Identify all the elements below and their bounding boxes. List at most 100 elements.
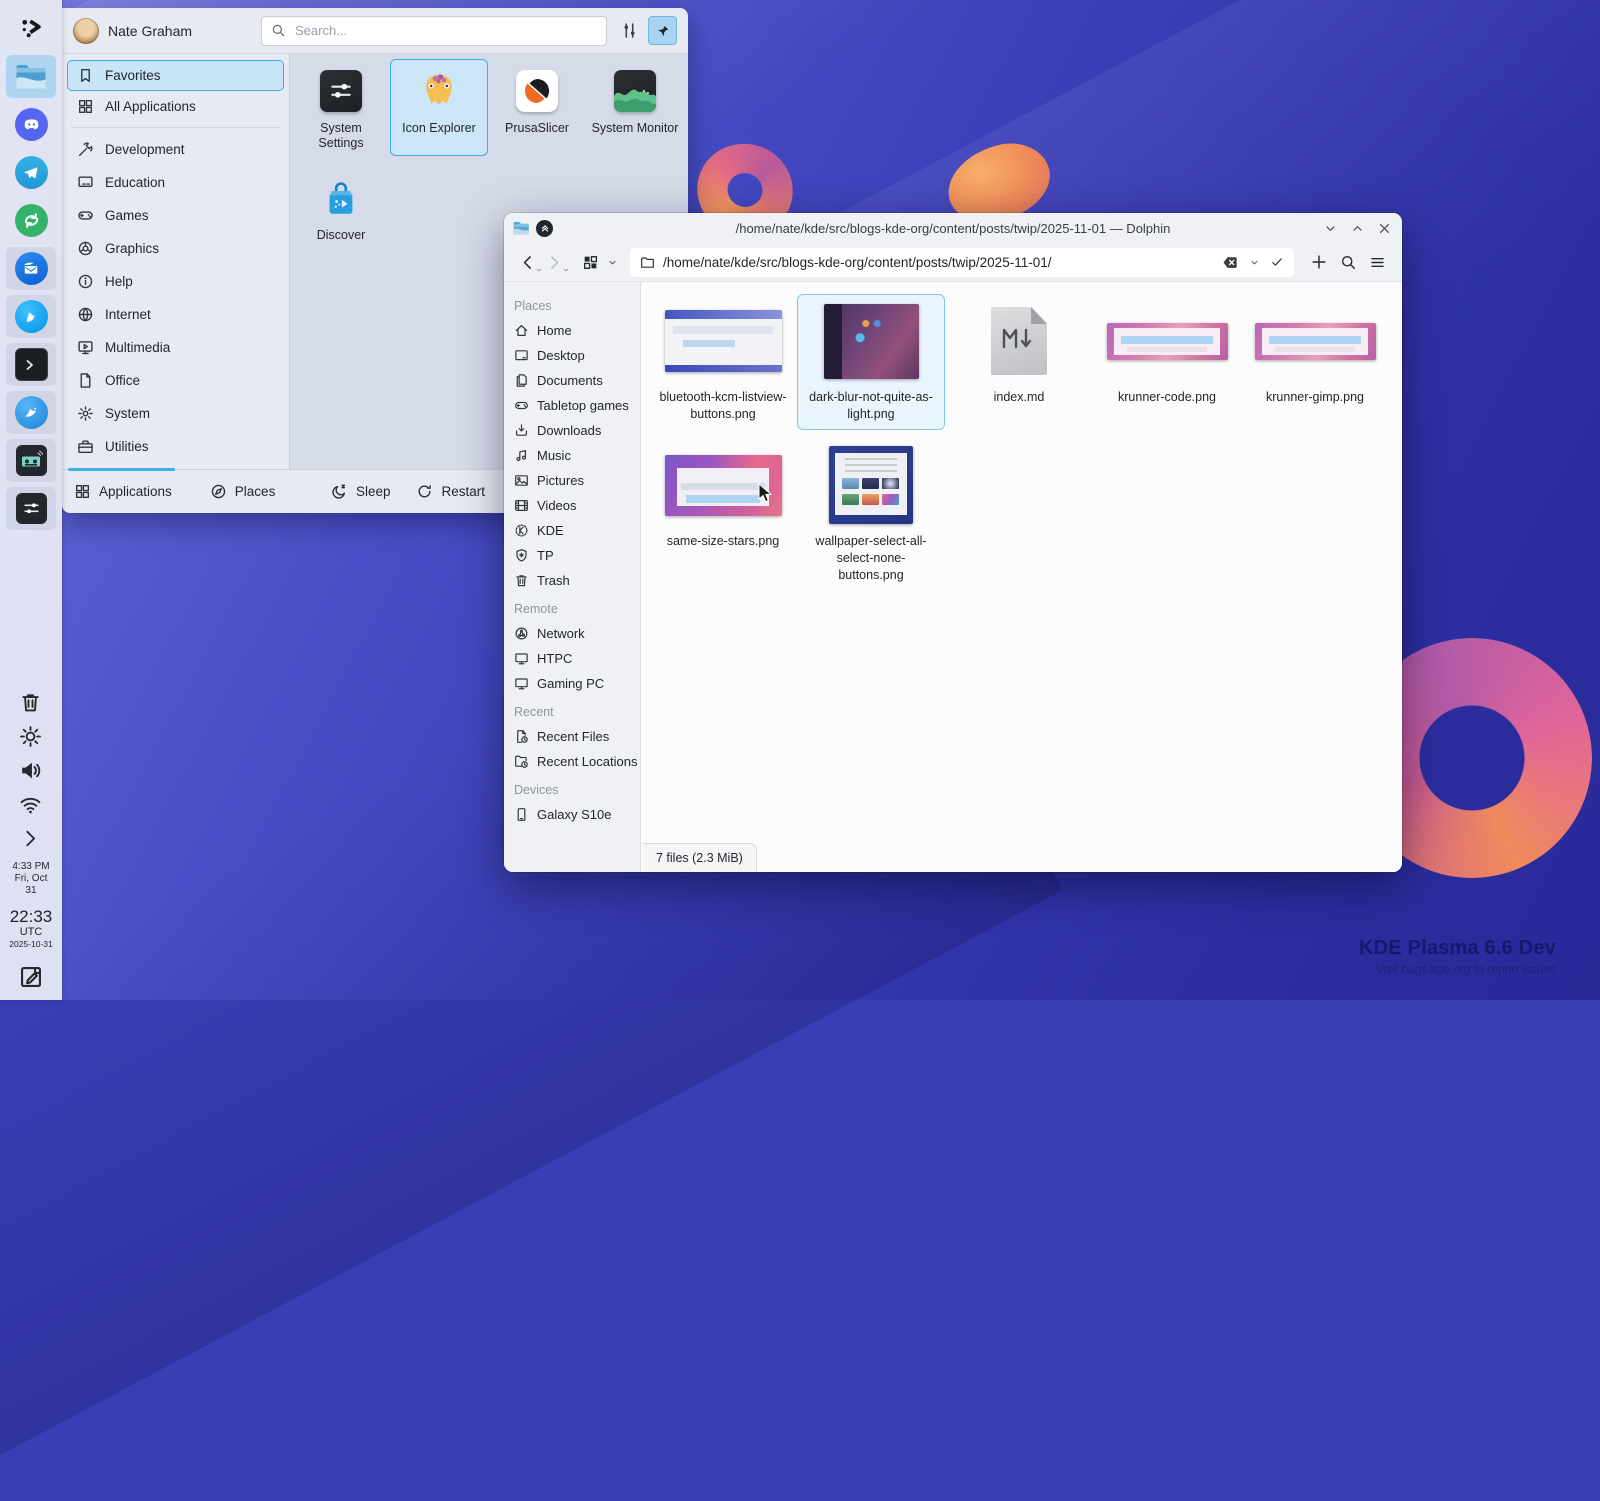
app-item-system-settings[interactable]: System Settings [292,59,390,156]
avatar[interactable] [73,18,99,44]
places-item-home[interactable]: Home [514,318,640,343]
places-item-recent-files[interactable]: Recent Files [514,724,640,749]
sidebar-item-multimedia[interactable]: Multimedia [67,331,284,364]
app-item-discover[interactable]: Discover [292,166,390,263]
tab-applications[interactable]: Applications [74,483,172,500]
places-item-tabletop-games[interactable]: Tabletop games [514,393,640,418]
menu-button[interactable] [1369,254,1386,271]
tab-places[interactable]: Places [210,483,276,500]
panel-app-system-settings[interactable] [6,487,56,530]
titlebar[interactable]: /home/nate/kde/src/blogs-kde-org/content… [504,213,1402,243]
app-item-system-monitor[interactable]: System Monitor [586,59,684,156]
sidebar-item-education[interactable]: Education [67,166,284,199]
panel-app-thunderbird[interactable] [6,247,56,290]
view-chooser-chevron-icon[interactable] [607,257,618,268]
sleep-button[interactable]: Sleep [331,483,391,500]
panel-app-librewolf[interactable] [6,295,56,338]
sidebar-item-internet[interactable]: Internet [67,298,284,331]
file-item[interactable]: same-size-stars.png [649,438,797,591]
sticky-note-icon[interactable] [18,964,44,990]
trash-icon[interactable] [19,691,42,714]
sidebar-item-graphics[interactable]: Graphics [67,232,284,265]
places-item-gaming-pc[interactable]: Gaming PC [514,671,640,696]
file-item[interactable]: index.md [945,294,1093,430]
minimize-button[interactable] [1323,221,1338,236]
app-item-prusaslicer[interactable]: PrusaSlicer [488,59,586,156]
back-button[interactable] [518,253,537,272]
system-settings-icon [16,493,47,524]
places-item-galaxy-s10e[interactable]: Galaxy S10e [514,802,640,827]
places-item-recent-locations[interactable]: Recent Locations [514,749,640,774]
expand-icon[interactable] [19,827,42,850]
location-path[interactable]: /home/nate/kde/src/blogs-kde-org/content… [663,255,1214,270]
search-input[interactable] [293,22,597,39]
maximize-button[interactable] [1350,221,1365,236]
volume-icon[interactable] [19,759,42,782]
panel-app-konsole[interactable] [6,343,56,386]
thumbnail-window-dark [824,304,919,379]
location-dropdown-icon[interactable] [1249,257,1260,268]
places-item-tp[interactable]: TP [514,543,640,568]
places-item-music[interactable]: Music [514,443,640,468]
search-button[interactable] [1340,254,1357,271]
sidebar-item-games[interactable]: Games [67,199,284,232]
panel-app-telegram[interactable] [6,151,56,194]
sidebar-item-system[interactable]: System [67,397,284,430]
sidebar-item-label: System [105,406,150,421]
places-item-htpc[interactable]: HTPC [514,646,640,671]
places-item-trash[interactable]: Trash [514,568,640,593]
watermark-subtitle: Visit bugs.kde.org to report issues [1359,962,1556,976]
app-iconexplorer-icon [417,69,461,113]
forward-button[interactable] [545,253,564,272]
utc-clock[interactable]: 22:33 UTC 2025-10-31 [9,908,52,949]
pin-button[interactable] [648,16,677,45]
sidebar-item-all-applications[interactable]: All Applications [67,91,284,122]
keep-above-icon[interactable] [536,220,553,237]
places-item-desktop[interactable]: Desktop [514,343,640,368]
sidebar-item-help[interactable]: Help [67,265,284,298]
panel-app-discord[interactable] [6,103,56,146]
network-icon[interactable] [19,793,42,816]
action-label: Sleep [356,484,391,499]
file-item[interactable]: wallpaper-select-all-select-none-buttons… [797,438,945,591]
places-item-pictures[interactable]: Pictures [514,468,640,493]
panel-app-kasts[interactable] [6,439,56,482]
file-item[interactable]: dark-blur-not-quite-as-light.png [797,294,945,430]
file-item[interactable]: krunner-gimp.png [1241,294,1389,430]
panel-app-dolphin[interactable] [6,55,56,98]
clear-location-icon[interactable] [1222,254,1239,271]
close-button[interactable] [1377,221,1392,236]
sidebar-item-office[interactable]: Office [67,364,284,397]
panel-app-kickoff[interactable] [6,7,56,50]
restart-button[interactable]: Restart [416,483,485,500]
file-item[interactable]: bluetooth-kcm-listview-buttons.png [649,294,797,430]
split-add-button[interactable] [1310,253,1328,271]
places-item-videos[interactable]: Videos [514,493,640,518]
folder-view[interactable]: bluetooth-kcm-listview-buttons.pngdark-b… [641,282,1402,872]
local-clock[interactable]: 4:33 PM Fri, Oct 31 [12,861,49,897]
tab-label: Applications [99,484,172,499]
sidebar-item-utilities[interactable]: Utilities [67,430,284,463]
app-item-icon-explorer[interactable]: Icon Explorer [390,59,488,156]
confirm-icon[interactable] [1270,255,1284,269]
places-item-label: Downloads [537,423,601,438]
places-item-downloads[interactable]: Downloads [514,418,640,443]
sidebar-item-development[interactable]: Development [67,133,284,166]
panel-app-falkon[interactable] [6,391,56,434]
panel-app-sync-green[interactable] [6,199,56,242]
places-item-network[interactable]: Network [514,621,640,646]
configure-icon[interactable] [620,21,639,40]
search-field[interactable] [261,16,607,46]
file-name: index.md [994,389,1045,406]
location-bar[interactable]: /home/nate/kde/src/blogs-kde-org/content… [630,248,1294,277]
file-thumbnail [665,300,782,382]
icon-view-button[interactable] [582,254,599,271]
launcher-session-actions: Sleep Restart [331,483,528,500]
brightness-icon[interactable] [19,725,42,748]
places-item-documents[interactable]: Documents [514,368,640,393]
file-item[interactable]: krunner-code.png [1093,294,1241,430]
sidebar-item-favorites[interactable]: Favorites [67,60,284,91]
places-item-kde[interactable]: KDE [514,518,640,543]
user-name: Nate Graham [108,23,192,39]
places-section-remote: Remote [514,602,640,616]
